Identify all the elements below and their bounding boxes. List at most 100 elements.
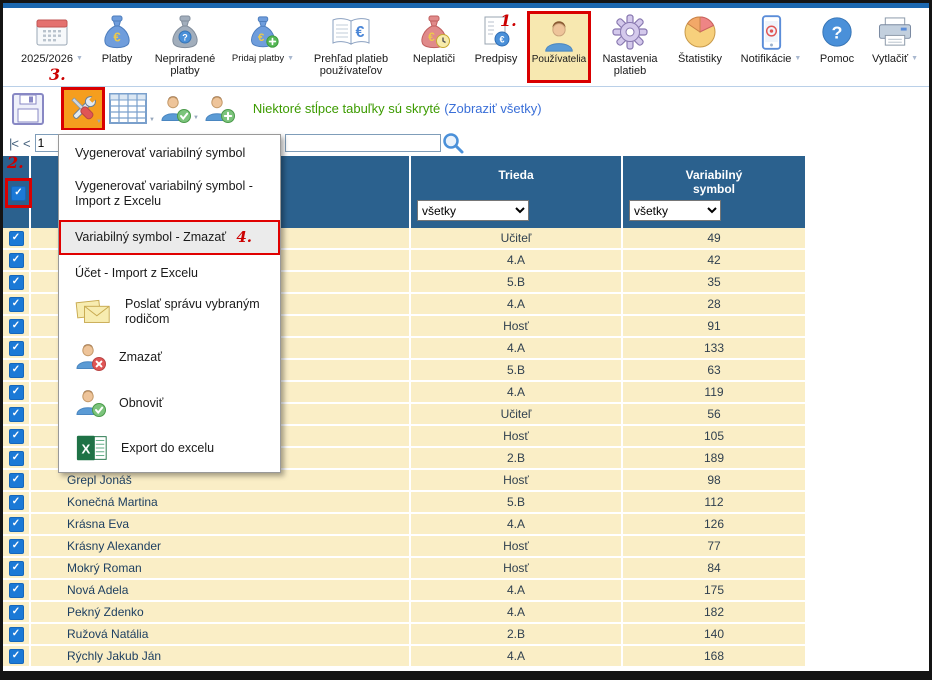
toolbar-item-pomoc[interactable]: ?Pomoc (811, 11, 863, 65)
show-all-columns-link[interactable]: (Zobraziť všetky) (444, 101, 541, 116)
trieda-filter-select[interactable]: všetky (417, 200, 529, 221)
row-checkbox[interactable]: ✓ (9, 605, 24, 620)
row-checkbox-cell: ✓ (3, 448, 31, 468)
row-checkbox[interactable]: ✓ (9, 253, 24, 268)
trieda-cell: Hosť (411, 558, 623, 578)
trieda-cell: Hosť (411, 426, 623, 446)
toolbar-item-label: Nepriradené platby (145, 53, 225, 77)
svg-text:X: X (81, 442, 90, 457)
menu-item-label: Účet - Import z Excelu (75, 266, 198, 280)
menu-item-6[interactable]: Zmazať (59, 334, 280, 380)
toolbar-item-labelrow: Prehľad platieb používateľov (301, 53, 401, 77)
dropdown-arrow-icon[interactable]: ▼ (149, 117, 155, 123)
toolbar-item-statistiky[interactable]: Štatistiky (669, 11, 731, 65)
annotation-box-select-all: ✓ (5, 178, 32, 208)
row-checkbox[interactable]: ✓ (9, 231, 24, 246)
tools-button[interactable]: ▼ (61, 87, 105, 131)
row-checkbox[interactable]: ✓ (9, 297, 24, 312)
row-checkbox[interactable]: ✓ (9, 539, 24, 554)
save-button[interactable] (11, 92, 45, 126)
toolbar-item-label: Štatistiky (678, 53, 722, 65)
row-checkbox[interactable]: ✓ (9, 275, 24, 290)
dropdown-arrow-icon[interactable]: ▼ (193, 115, 199, 121)
toolbar-item-label: Prehľad platieb používateľov (301, 53, 401, 77)
toolbar-item-nastavenia-platieb[interactable]: Nastavenia platieb (593, 11, 667, 77)
dropdown-arrow-icon[interactable]: ▼ (96, 119, 102, 125)
pagination-prev-button[interactable]: < (23, 136, 30, 151)
user-name-cell: Krásna Eva (31, 514, 411, 534)
pagination-first-button[interactable]: |< (9, 136, 18, 151)
dropdown-arrow-icon[interactable]: ▼ (794, 55, 801, 62)
user-restore-icon (75, 387, 107, 419)
hidden-columns-notice-text: Niektoré stĺpce tabuľky sú skryté (253, 101, 440, 116)
row-checkbox[interactable]: ✓ (9, 341, 24, 356)
toolbar-item-notifikacie[interactable]: Notifikácie▼ (733, 11, 809, 65)
sub-toolbar: ▼ ▼ ▼ Niektoré stĺpce tabuľky sú skryté (Zo… (3, 87, 929, 130)
columns-button[interactable]: ▼ (108, 92, 155, 126)
menu-item-7[interactable]: Obnoviť (59, 380, 280, 426)
dropdown-arrow-icon[interactable]: ▼ (76, 55, 83, 62)
row-checkbox[interactable]: ✓ (9, 429, 24, 444)
tools-dropdown-menu: Vygenerovať variabilný symbol Vygenerovať… (58, 134, 281, 473)
menu-item-label: Variabilný symbol - Zmazať (75, 230, 226, 244)
select-all-checkbox[interactable]: ✓ (11, 186, 26, 201)
row-checkbox[interactable]: ✓ (9, 451, 24, 466)
phone-icon (759, 11, 784, 53)
toolbar-item-pouzivatelia[interactable]: Používatelia (527, 11, 591, 83)
user-name-cell: Pekný Zdenko (31, 602, 411, 622)
menu-item-label: Vygenerovať variabilný symbol - Import z… (75, 179, 253, 208)
menu-item-4[interactable]: Účet - Import z Excelu (59, 257, 280, 290)
printer-icon (875, 11, 915, 53)
user-delete-icon (75, 341, 107, 373)
row-checkbox[interactable]: ✓ (9, 495, 24, 510)
search-icon[interactable] (441, 131, 465, 155)
trieda-cell: 4.A (411, 294, 623, 314)
row-checkbox[interactable]: ✓ (9, 517, 24, 532)
menu-item-5[interactable]: Poslať správu vybraným rodičom (59, 290, 280, 334)
row-checkbox[interactable]: ✓ (9, 385, 24, 400)
row-checkbox[interactable]: ✓ (9, 627, 24, 642)
variable-symbol-cell: 42 (623, 250, 805, 270)
menu-item-1[interactable]: Vygenerovať variabilný symbol (59, 137, 280, 170)
row-checkbox[interactable]: ✓ (9, 583, 24, 598)
dropdown-arrow-icon[interactable]: ▼ (911, 55, 918, 62)
row-checkbox[interactable]: ✓ (9, 561, 24, 576)
menu-item-3[interactable]: Variabilný symbol - Zmazať 4. (59, 220, 280, 255)
variable-symbol-cell: 133 (623, 338, 805, 358)
toolbar-item-label: Predpisy (475, 53, 518, 65)
menu-item-2[interactable]: Vygenerovať variabilný symbol - Import z… (59, 170, 280, 218)
row-checkbox-cell: ✓ (3, 338, 31, 358)
trieda-cell: 4.A (411, 514, 623, 534)
dropdown-arrow-icon[interactable]: ▼ (287, 55, 294, 62)
tools-icon (66, 92, 100, 126)
trieda-cell: 5.B (411, 492, 623, 512)
row-checkbox-cell: ✓ (3, 382, 31, 402)
row-checkbox-cell: ✓ (3, 492, 31, 512)
toolbar-item-neplatici[interactable]: €Neplatiči (403, 11, 465, 65)
variable-symbol-filter-select[interactable]: všetky (629, 200, 721, 221)
toolbar-item-vytlacit[interactable]: Vytlačiť▼ (865, 11, 925, 65)
toolbar-item-platby[interactable]: €Platby (91, 11, 143, 65)
user-icon (541, 16, 577, 54)
add-user-button[interactable] (204, 94, 236, 124)
toolbar-item-nepriradene-platby[interactable]: ?Nepriradené platby (145, 11, 225, 77)
menu-item-label: Vygenerovať variabilný symbol (75, 146, 245, 160)
table-row: ✓Krásny AlexanderHosť77 (3, 536, 805, 558)
variable-symbol-cell: 56 (623, 404, 805, 424)
trieda-cell: 4.A (411, 580, 623, 600)
trieda-cell: 4.A (411, 338, 623, 358)
row-checkbox[interactable]: ✓ (9, 363, 24, 378)
svg-text:€: € (499, 35, 504, 45)
toolbar-item-school-year[interactable]: 2025/2026▼ (15, 11, 89, 65)
row-checkbox[interactable]: ✓ (9, 319, 24, 334)
row-checkbox[interactable]: ✓ (9, 473, 24, 488)
toolbar-item-pridaj-platby[interactable]: €Pridaj platby▼ (227, 11, 299, 65)
confirm-users-button[interactable]: ▼ (160, 94, 199, 124)
toolbar-item-prehlad-platieb[interactable]: €Prehľad platieb používateľov (301, 11, 401, 77)
table-row: ✓Nová Adela4.A175 (3, 580, 805, 602)
row-checkbox[interactable]: ✓ (9, 407, 24, 422)
annotation-step-4: 4. (236, 230, 252, 245)
search-input[interactable] (285, 134, 441, 152)
menu-item-8[interactable]: XExport do excelu (59, 426, 280, 470)
row-checkbox[interactable]: ✓ (9, 649, 24, 664)
